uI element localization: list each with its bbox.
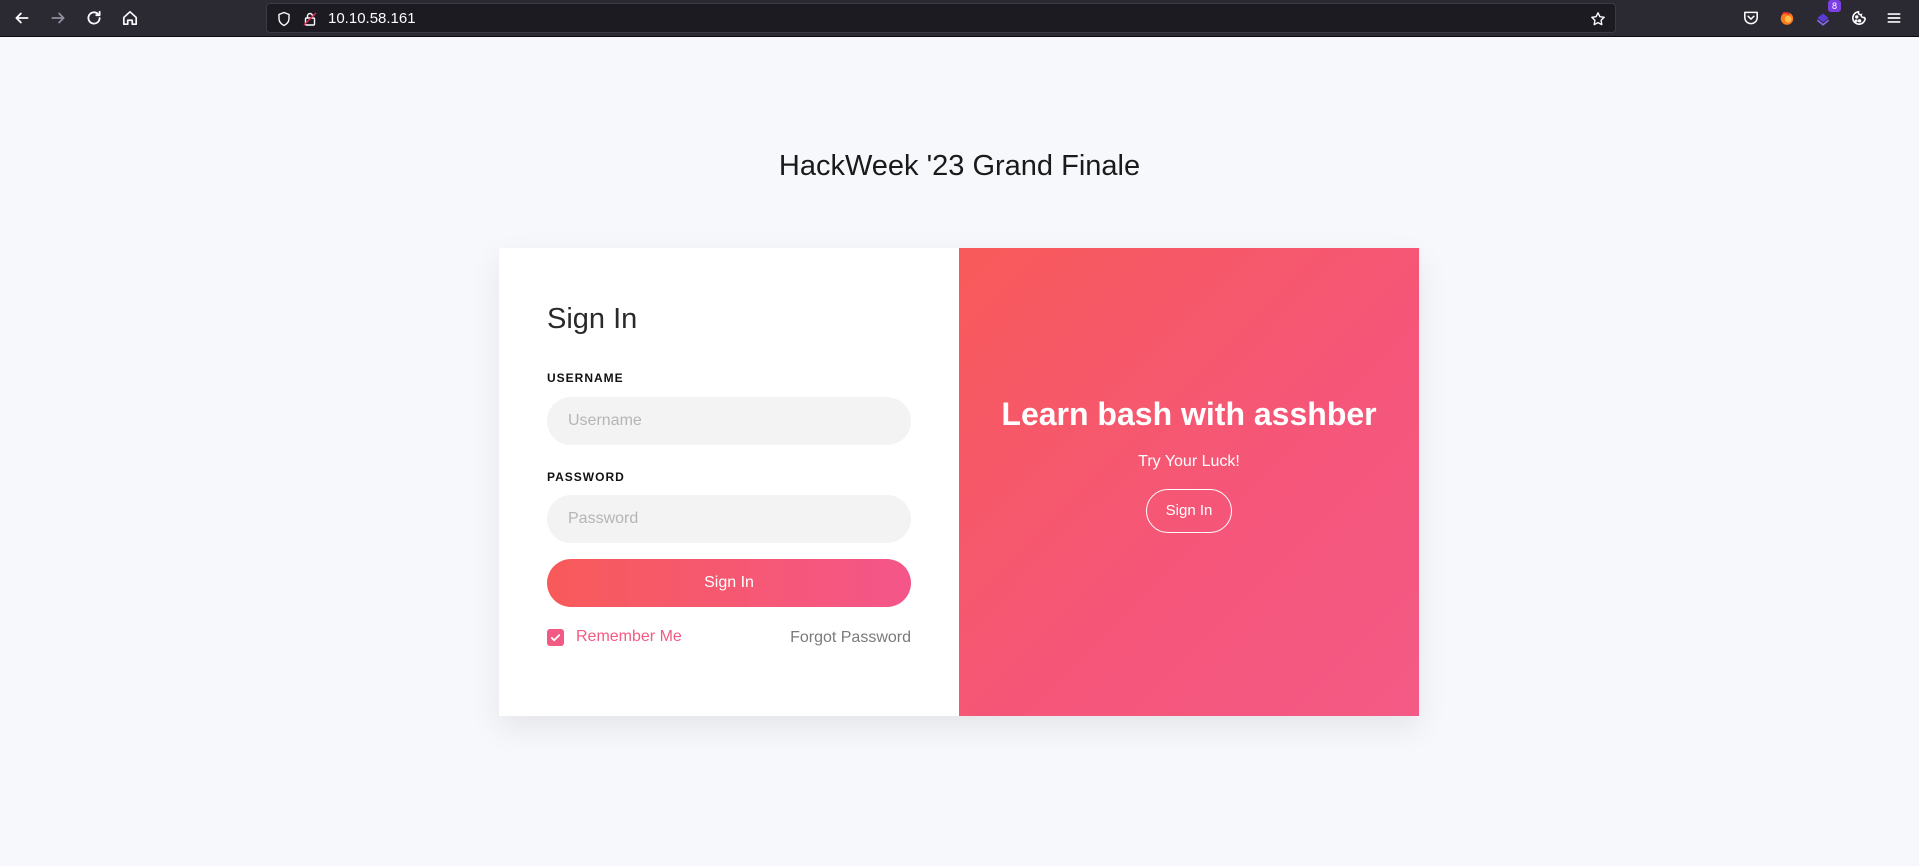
url-text[interactable]: 10.10.58.161 [328, 10, 416, 27]
checkbox-checked-icon[interactable] [547, 628, 564, 646]
signin-form: Sign In USERNAME PASSWORD Sign In Rememb… [499, 248, 959, 716]
browser-toolbar: 10.10.58.161 8 [0, 0, 1919, 37]
password-label: PASSWORD [547, 470, 625, 484]
tracking-protection-shield-icon[interactable] [275, 10, 293, 28]
forgot-password-link[interactable]: Forgot Password [790, 629, 911, 647]
reload-icon[interactable] [80, 4, 108, 32]
forward-arrow-icon[interactable] [44, 4, 72, 32]
lock-icon[interactable] [301, 10, 319, 28]
back-arrow-icon[interactable] [8, 4, 36, 32]
promo-title: Learn bash with asshber [1001, 395, 1377, 432]
extension-icon[interactable]: 8 [1809, 0, 1841, 32]
home-icon[interactable] [116, 4, 144, 32]
username-label: USERNAME [547, 371, 624, 385]
firefox-extension-icon[interactable] [1773, 4, 1801, 32]
password-input[interactable] [547, 495, 911, 543]
signin-submit-button[interactable]: Sign In [547, 559, 911, 607]
url-bar[interactable]: 10.10.58.161 [266, 3, 1616, 33]
username-input[interactable] [547, 397, 911, 445]
remember-me-checkbox[interactable]: Remember Me [547, 628, 682, 646]
remember-me-label[interactable]: Remember Me [576, 628, 682, 646]
promo-panel: Learn bash with asshber Try Your Luck! S… [959, 248, 1419, 716]
pocket-icon[interactable] [1737, 4, 1765, 32]
extension-badge: 8 [1828, 0, 1841, 12]
promo-signin-button[interactable]: Sign In [1146, 488, 1232, 533]
page-title: HackWeek '23 Grand Finale [778, 150, 1141, 182]
cookie-icon[interactable] [1845, 4, 1873, 32]
login-card: Sign In USERNAME PASSWORD Sign In Rememb… [499, 248, 1419, 716]
promo-subtitle: Try Your Luck! [1138, 452, 1240, 470]
hamburger-menu-icon[interactable] [1880, 4, 1908, 32]
signin-heading: Sign In [547, 303, 638, 335]
bookmark-star-icon[interactable] [1589, 10, 1607, 28]
